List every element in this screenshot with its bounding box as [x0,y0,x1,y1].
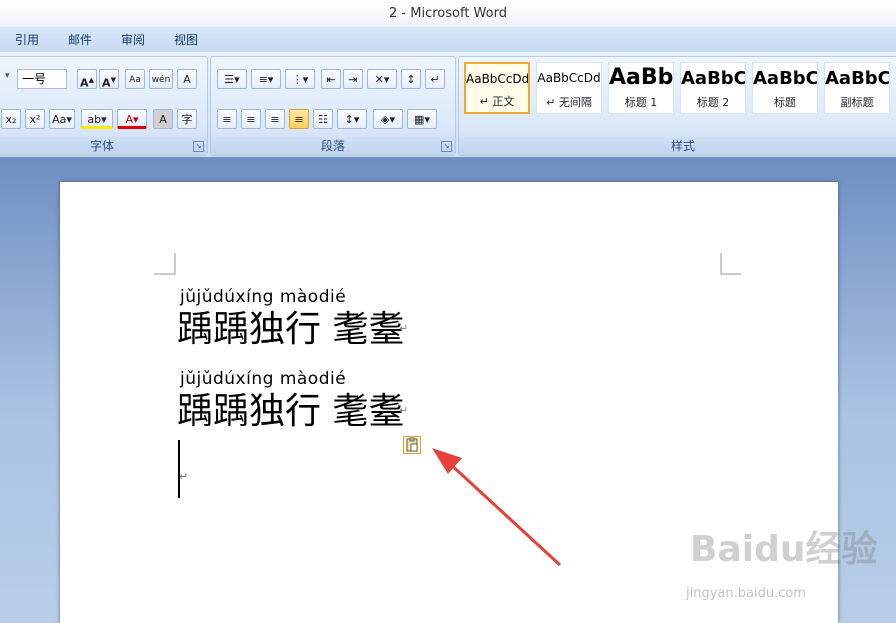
paragraph-mark: ↵ [399,322,409,335]
char-shading-button[interactable]: A [153,109,173,129]
margin-corner-icon [720,253,741,275]
style-sample: AaBbCcDd [466,72,528,86]
paragraph-mark: ↵ [399,404,409,417]
numbering-button[interactable]: ≡▾ [251,69,281,89]
chinese-layout-button[interactable]: ✕▾ [367,69,397,89]
highlight-button[interactable]: ab▾ [81,109,113,129]
tab-mailings[interactable]: 邮件 [68,31,92,48]
grow-font-button[interactable]: A▲ [77,69,97,90]
style-heading-1[interactable]: AaBb 标题 1 [608,62,674,114]
paragraph-group-label: 段落 [211,137,455,155]
hanzi-line[interactable]: 踽踽独行 耄耋 [177,382,404,434]
multilevel-list-button[interactable]: ⋮▾ [285,69,315,89]
dialog-launcher-icon[interactable]: ↘ [193,141,204,152]
style-sample: AaBbC [681,68,745,89]
style-sample: AaBbC [753,68,817,89]
shading-button[interactable]: ◈▾ [373,109,403,129]
tab-review[interactable]: 审阅 [121,31,145,48]
styles-group-label: 样式 [459,137,896,155]
line-spacing-button[interactable]: ↕▾ [337,109,367,129]
clear-format-button[interactable]: Aa [125,69,145,89]
decrease-indent-button[interactable]: ⇤ [321,69,341,89]
enclose-char-button[interactable]: 字 [177,109,197,129]
paste-options-icon[interactable] [403,436,421,454]
sort-button[interactable]: ↕ [401,69,421,89]
style-name: 标题 1 [624,96,658,109]
paragraph-group: ☰▾ ≡▾ ⋮▾ ⇤ ⇥ ✕▾ ↕ ↵ ≡ ≡ ≡ ≡ ☷ ↕▾ ◈▾ ▦▾ 段… [210,56,456,156]
dialog-launcher-icon[interactable]: ↘ [441,141,452,152]
style-name: ↵ 正文 [479,95,515,108]
align-right-button[interactable]: ≡ [265,109,285,129]
increase-indent-button[interactable]: ⇥ [343,69,363,89]
margin-corner-icon [154,253,176,275]
align-left-button[interactable]: ≡ [217,109,237,129]
align-center-button[interactable]: ≡ [241,109,261,129]
ribbon-tabs: 引用 邮件 审阅 视图 [0,27,896,52]
change-case-button[interactable]: Aa▾ [49,109,75,129]
style-no-spacing[interactable]: AaBbCcDd ↵ 无间隔 [536,62,602,114]
style-sample: AaBbCcDd [537,71,601,85]
font-group-label: 字体 [0,137,207,155]
justify-button[interactable]: ≡ [289,109,309,129]
style-sample: AaBb [609,65,673,90]
subscript-button[interactable]: x₂ [1,109,21,129]
style-name: ↵ 无间隔 [546,96,592,109]
watermark-logo: Baidu经验 [690,529,878,570]
bullets-button[interactable]: ☰▾ [217,69,247,89]
style-subtitle[interactable]: AaBbC 副标题 [824,62,890,114]
char-border-button[interactable]: A [177,69,197,89]
text-cursor [178,440,180,498]
hanzi-line[interactable]: 踽踽独行 耄耋 [177,300,404,352]
style-normal[interactable]: AaBbCcDd ↵ 正文 [464,62,530,114]
show-marks-button[interactable]: ↵ [425,69,445,89]
style-name: 标题 [774,96,796,109]
paragraph-mark: ↵ [179,470,189,483]
borders-button[interactable]: ▦▾ [407,109,437,129]
distributed-button[interactable]: ☷ [313,109,333,129]
font-group: ▾ 一号 A▲ A▼ Aa wén A x₂ x² Aa▾ ab▾ A▾ A 字… [0,56,208,156]
tab-references[interactable]: 引用 [15,31,39,48]
style-name: 副标题 [840,96,874,109]
shrink-font-button[interactable]: A▼ [99,69,119,90]
watermark-url: jingyan.baidu.com [686,586,806,601]
font-color-button[interactable]: A▾ [117,109,147,129]
tab-view[interactable]: 视图 [174,31,198,48]
style-title[interactable]: AaBbC 标题 [752,62,818,114]
style-heading-2[interactable]: AaBbC 标题 2 [680,62,746,114]
superscript-button[interactable]: x² [25,109,45,129]
chevron-down-icon[interactable]: ▾ [5,71,10,81]
style-sample: AaBbC [825,68,889,89]
font-size-combo[interactable]: 一号 [17,69,67,89]
phonetic-guide-button[interactable]: wén [149,69,173,89]
red-arrow-icon [432,448,562,567]
style-name: 标题 2 [696,96,730,109]
window-title: 2 - Microsoft Word [0,0,896,27]
